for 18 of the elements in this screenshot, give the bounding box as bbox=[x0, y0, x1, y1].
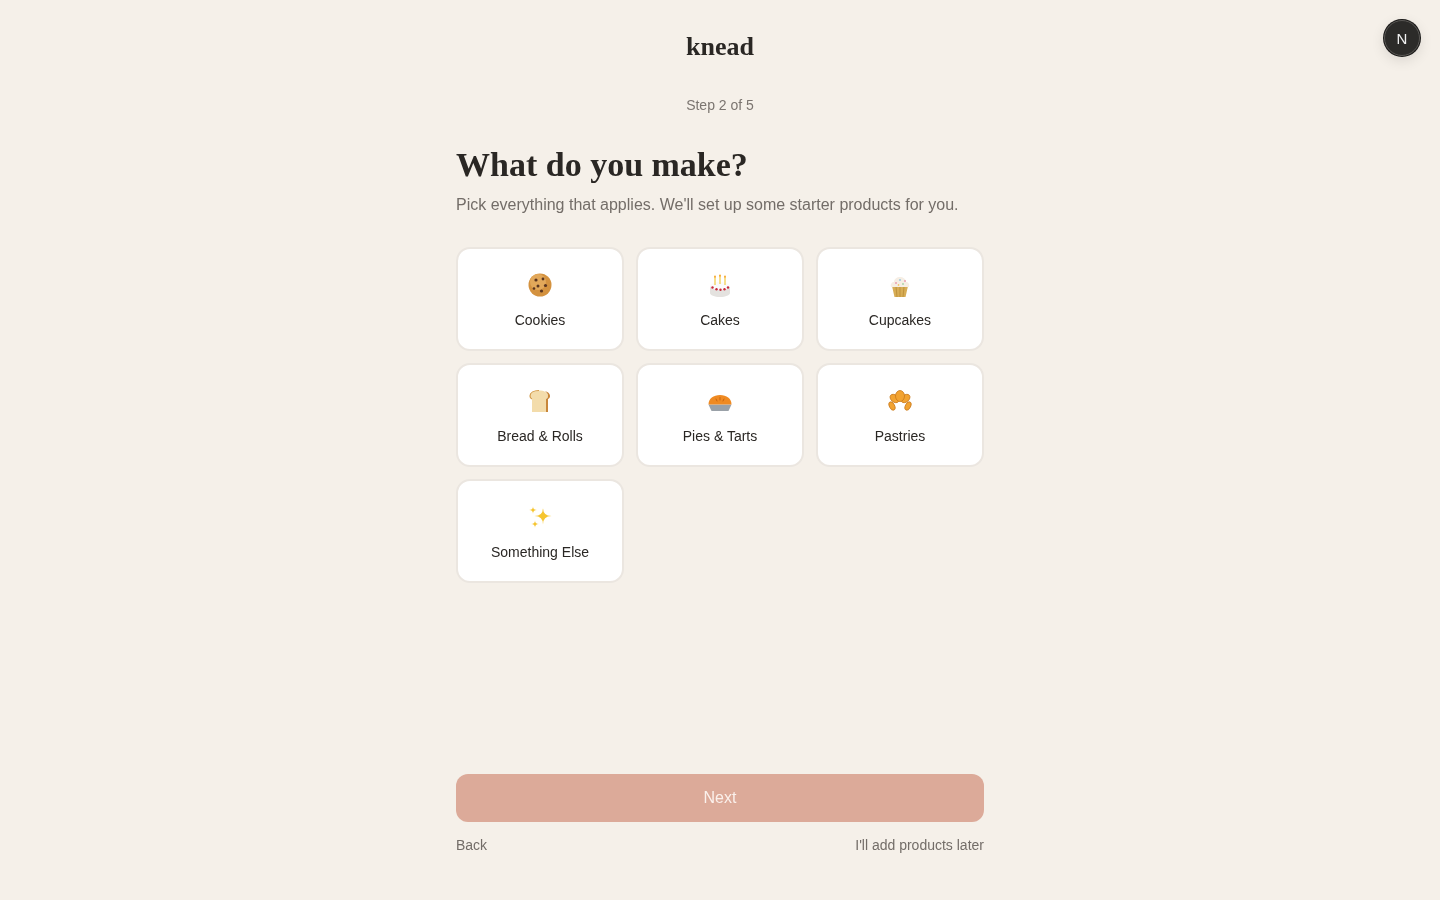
category-card[interactable]: Pastries bbox=[816, 363, 984, 467]
category-card[interactable]: Cakes bbox=[636, 247, 804, 351]
croissant-icon bbox=[888, 389, 912, 413]
cake-icon bbox=[708, 273, 732, 297]
category-card[interactable]: Cookies bbox=[456, 247, 624, 351]
avatar-button[interactable]: N bbox=[1384, 20, 1420, 56]
category-card[interactable]: Pies & Tarts bbox=[636, 363, 804, 467]
step-indicator: Step 2 of 5 bbox=[686, 96, 754, 114]
cookie-icon bbox=[528, 273, 552, 297]
back-link[interactable]: Back bbox=[456, 836, 488, 854]
category-card[interactable]: Something Else bbox=[456, 479, 624, 583]
category-card[interactable]: Cupcakes bbox=[816, 247, 984, 351]
skip-link[interactable]: I'll add products later bbox=[855, 836, 984, 854]
bread-icon bbox=[528, 389, 552, 413]
page-heading: What do you make? bbox=[456, 145, 748, 185]
category-card[interactable]: Bread & Rolls bbox=[456, 363, 624, 467]
page-subtitle: Pick everything that applies. We'll set up some starter products for you. bbox=[456, 195, 959, 215]
logo: knead bbox=[686, 32, 754, 62]
